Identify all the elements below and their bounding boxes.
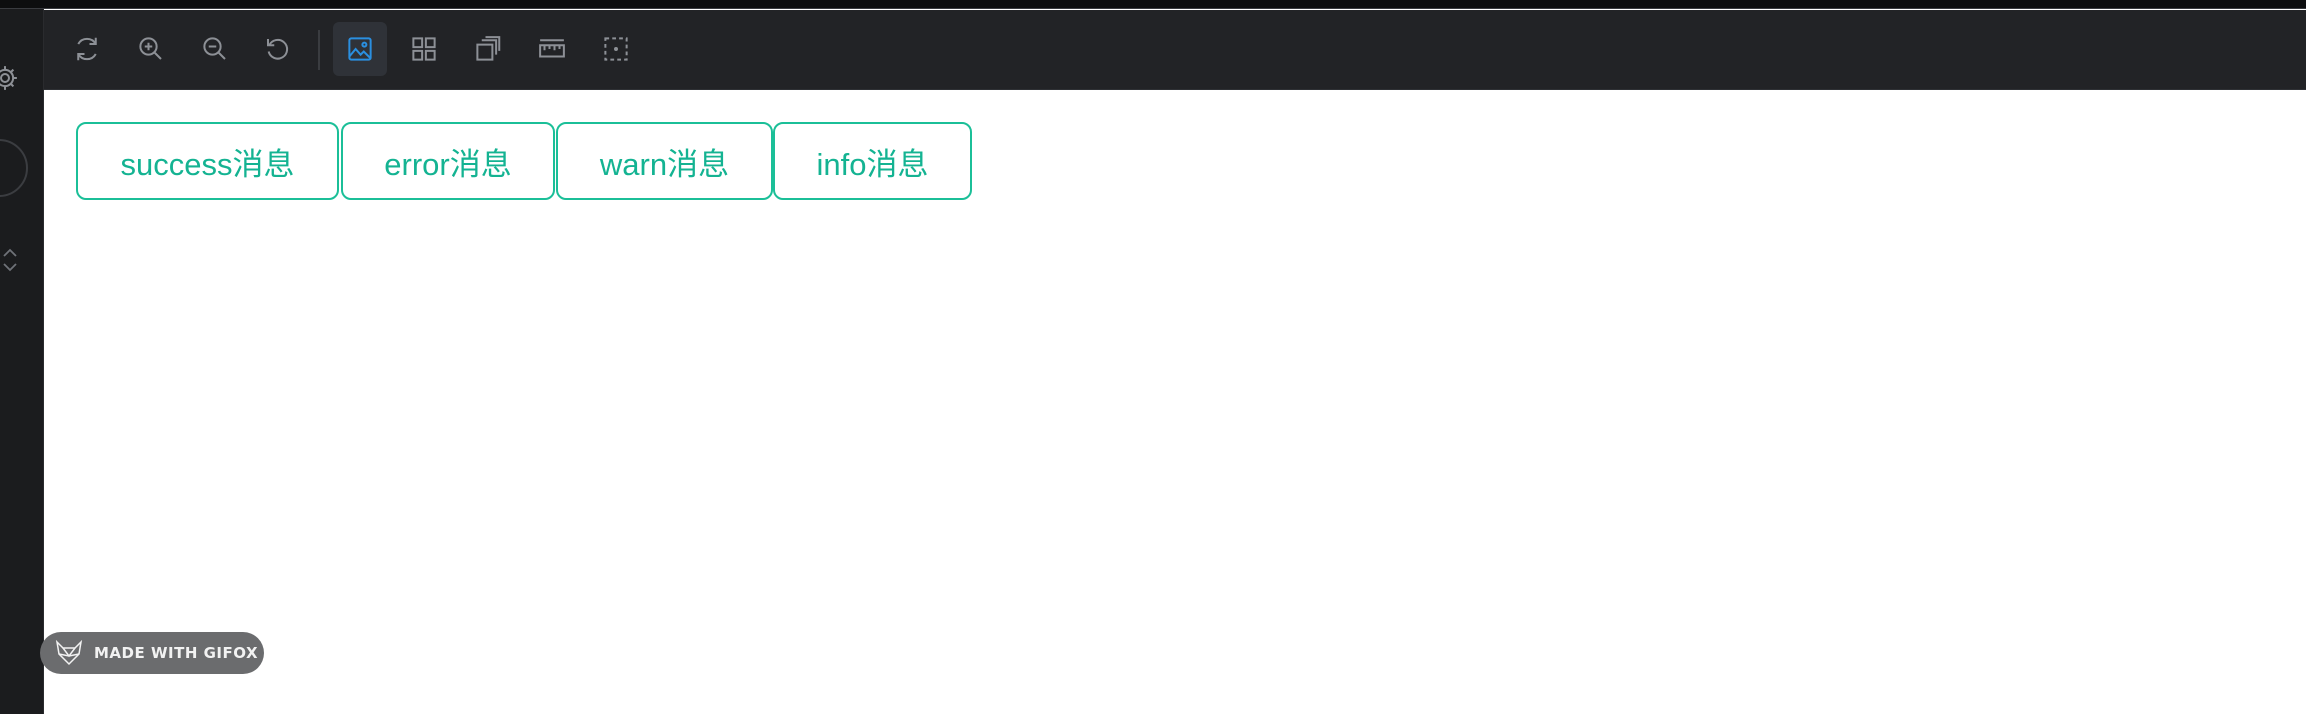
window-top-edge <box>0 0 2306 9</box>
gifox-badge: MADE WITH GIFOX <box>40 632 264 674</box>
zoom-in-icon <box>139 37 162 60</box>
reset-button[interactable] <box>251 22 305 76</box>
layers-icon <box>476 36 501 61</box>
fox-icon <box>55 640 83 666</box>
zoom-out-icon <box>203 37 226 60</box>
grid-icon <box>412 37 436 61</box>
gear-icon[interactable] <box>0 63 20 93</box>
avatar[interactable] <box>0 139 28 197</box>
reset-icon <box>267 38 289 60</box>
preview-canvas: success消息 error消息 warn消息 info消息 <box>44 90 2306 714</box>
left-rail <box>0 9 44 714</box>
grid-button[interactable] <box>397 22 451 76</box>
zoom-out-button[interactable] <box>188 22 242 76</box>
select-area-button[interactable] <box>589 22 643 76</box>
warn-message-button[interactable]: warn消息 <box>556 122 773 200</box>
toolbar <box>44 10 2306 90</box>
layers-button[interactable] <box>461 22 515 76</box>
info-message-button[interactable]: info消息 <box>773 122 972 200</box>
ruler-icon <box>539 39 565 58</box>
ruler-button[interactable] <box>525 22 579 76</box>
refresh-button[interactable] <box>60 22 114 76</box>
gifox-badge-text: MADE WITH GIFOX <box>94 644 259 662</box>
image-button[interactable] <box>333 22 387 76</box>
success-message-button[interactable]: success消息 <box>76 122 339 200</box>
refresh-icon <box>77 37 97 61</box>
zoom-in-button[interactable] <box>124 22 178 76</box>
image-icon <box>348 37 372 61</box>
select-area-icon <box>604 37 628 61</box>
chevron-updown-icon[interactable] <box>0 245 20 275</box>
error-message-button[interactable]: error消息 <box>341 122 555 200</box>
toolbar-divider <box>318 30 320 70</box>
